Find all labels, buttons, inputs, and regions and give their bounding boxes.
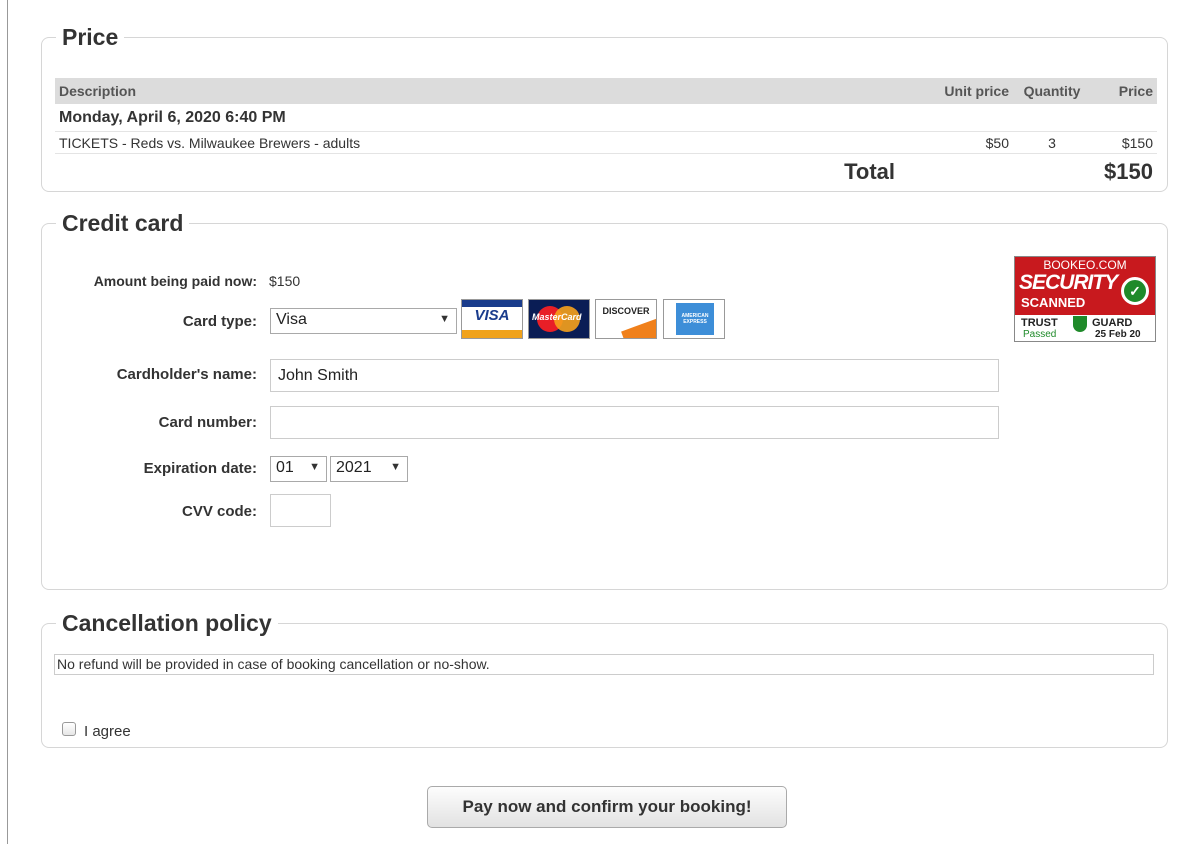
chevron-down-icon: ▼: [439, 313, 450, 325]
card-number-label: Card number:: [158, 414, 257, 431]
discover-logo-icon: DISCOVER: [595, 299, 657, 339]
badge-security: SECURITY: [1019, 271, 1118, 294]
mastercard-logo-icon: MasterCard: [528, 299, 590, 339]
card-type-label: Card type:: [182, 313, 257, 330]
pay-now-button[interactable]: Pay now and confirm your booking!: [427, 786, 787, 828]
pulse-check-icon: ✓: [1121, 277, 1149, 305]
expiration-year-select[interactable]: 2021 ▼: [330, 456, 408, 482]
card-type-value: Visa: [276, 311, 307, 328]
cvv-label: CVV code:: [181, 503, 257, 520]
badge-passed: Passed: [1023, 329, 1057, 340]
card-logos: VISA MasterCard DISCOVER AMERICAN EXPRES…: [461, 299, 731, 339]
cvv-input[interactable]: [270, 494, 331, 527]
expiration-month-value: 01: [276, 459, 294, 476]
chevron-down-icon: ▼: [390, 461, 401, 473]
item-price: $150: [1091, 131, 1157, 154]
chevron-down-icon: ▼: [309, 461, 320, 473]
amount-label: Amount being paid now:: [93, 273, 257, 289]
badge-site: BOOKEO.COM: [1043, 258, 1127, 272]
col-price: Price: [1091, 78, 1157, 104]
expiration-year-value: 2021: [336, 459, 372, 476]
expiration-label: Expiration date:: [143, 460, 257, 477]
badge-guard: GUARD: [1092, 317, 1133, 329]
security-badge[interactable]: BOOKEO.COM SECURITY SCANNED ✓ TRUST GUAR…: [1014, 256, 1156, 342]
visa-logo-icon: VISA: [461, 299, 523, 339]
cancellation-legend: Cancellation policy: [62, 610, 272, 636]
card-number-input[interactable]: [270, 406, 999, 439]
cardholder-label: Cardholder's name:: [116, 366, 257, 383]
agree-label[interactable]: I agree: [84, 723, 131, 740]
col-quantity: Quantity: [1013, 78, 1091, 104]
expiration-month-select[interactable]: 01 ▼: [270, 456, 327, 482]
shield-icon: [1073, 316, 1087, 332]
card-type-select[interactable]: Visa ▼: [270, 308, 457, 334]
amount-value: $150: [269, 273, 301, 289]
item-quantity: 3: [1013, 131, 1091, 154]
total-value: $150: [1104, 159, 1153, 184]
cancellation-policy-text: No refund will be provided in case of bo…: [54, 654, 1154, 675]
agree-checkbox[interactable]: [62, 722, 76, 736]
cancellation-section: Cancellation policy: [41, 610, 1168, 748]
badge-trust: TRUST: [1021, 317, 1058, 329]
cardholder-name-input[interactable]: [270, 359, 999, 392]
badge-date: 25 Feb 20: [1095, 329, 1141, 340]
amex-logo-icon: AMERICAN EXPRESS: [663, 299, 725, 339]
badge-scanned: SCANNED: [1021, 295, 1086, 310]
